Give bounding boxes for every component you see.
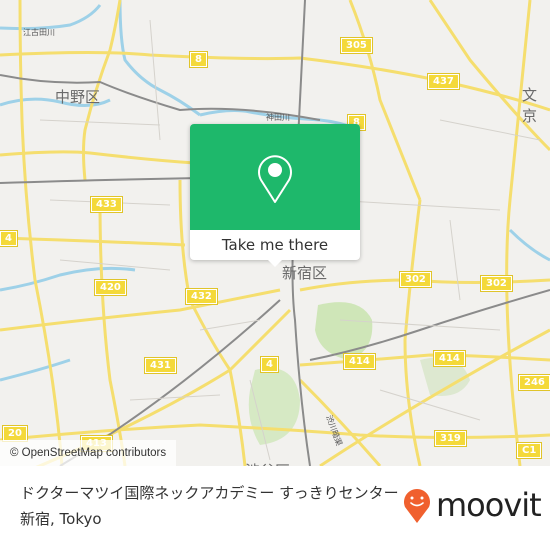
- route-shield-420: 420: [94, 279, 127, 296]
- location-pin-icon: [258, 155, 292, 203]
- popup-tail: [268, 260, 282, 267]
- location-popup: Take me there: [190, 124, 360, 267]
- osm-attribution[interactable]: © OpenStreetMap contributors: [0, 440, 177, 466]
- take-me-there-button[interactable]: Take me there: [190, 230, 360, 260]
- route-shield-431: 431: [144, 357, 177, 374]
- map[interactable]: 中野区 新宿区 渋谷区 文京 江古田川 神田川 渋川暗渠 305 437 8 4…: [0, 0, 550, 466]
- route-shield-433: 433: [90, 196, 123, 213]
- route-shield-c1: C1: [515, 442, 543, 459]
- route-shield-4-west: 4: [0, 230, 18, 247]
- route-shield-302-b: 302: [480, 275, 513, 292]
- route-shield-437: 437: [427, 73, 460, 90]
- route-shield-319: 319: [434, 430, 467, 447]
- place-title: ドクターマツイ国際ネックアカデミー すっきりセンター新宿, Tokyo: [20, 484, 399, 528]
- route-shield-414-b: 414: [433, 350, 466, 367]
- area-label-shinjuku: 新宿区: [282, 264, 328, 282]
- river-sotobori: [508, 228, 550, 262]
- moovit-pin-icon: [404, 489, 430, 523]
- footer: ドクターマツイ国際ネックアカデミー すっきりセンター新宿, Tokyo moov…: [0, 466, 550, 550]
- route-shield-414-a: 414: [343, 353, 376, 370]
- route-shield-20: 20: [2, 425, 28, 442]
- route-shield-8-west: 8: [189, 51, 208, 68]
- route-shield-302-a: 302: [399, 271, 432, 288]
- area-label-bunkyo: 文京: [522, 86, 538, 125]
- park-shinjuku-gyoen: [315, 302, 373, 360]
- route-shield-305: 305: [340, 37, 373, 54]
- area-label-nakano: 中野区: [55, 88, 101, 106]
- route-shield-246: 246: [518, 374, 550, 391]
- popup-header: [190, 124, 360, 230]
- river-label-kanda: 神田川: [266, 113, 290, 122]
- route-shield-4-east: 4: [260, 356, 279, 373]
- moovit-logo-text: moovit: [436, 486, 542, 524]
- route-shield-432: 432: [185, 288, 218, 305]
- river-label-egota: 江古田川: [23, 28, 55, 37]
- moovit-logo[interactable]: moovit: [402, 486, 542, 524]
